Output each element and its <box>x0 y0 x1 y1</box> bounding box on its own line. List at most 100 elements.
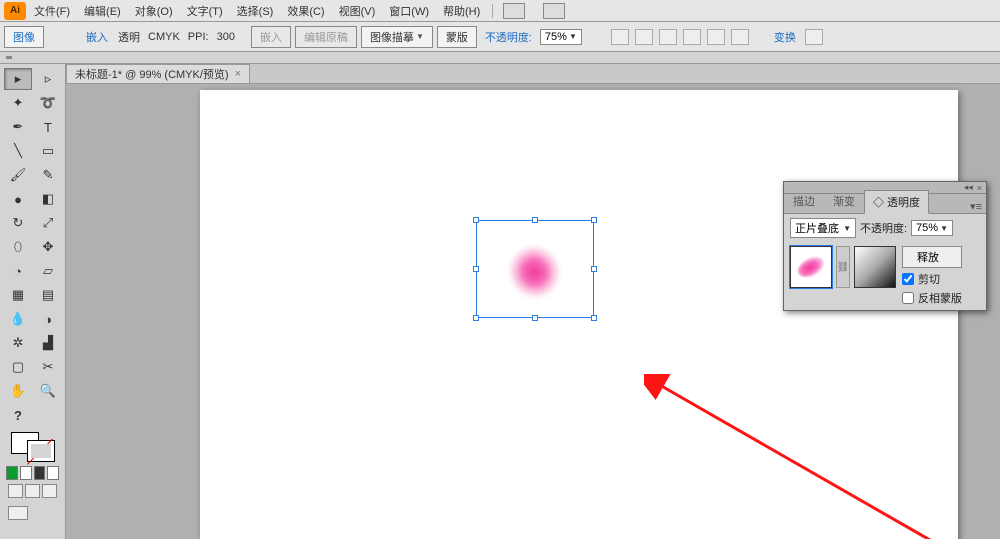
handle-br[interactable] <box>591 315 597 321</box>
selection-tool[interactable]: ▸ <box>4 68 32 90</box>
menu-type[interactable]: 文字(T) <box>181 1 229 21</box>
image-trace-button[interactable]: 图像描摹▼ <box>361 26 433 48</box>
document-tab[interactable]: 未标题-1* @ 99% (CMYK/预览) × <box>66 64 250 83</box>
app-logo: Ai <box>4 2 26 20</box>
chevron-down-icon: ▼ <box>416 32 424 41</box>
release-button[interactable]: 释放 <box>902 246 962 268</box>
bridge-icon[interactable] <box>503 3 525 19</box>
draw-inside[interactable] <box>42 484 57 498</box>
tab-transparency[interactable]: ◇ 透明度 <box>864 190 929 214</box>
embed-button[interactable]: 嵌入 <box>251 26 291 48</box>
draw-behind[interactable] <box>25 484 40 498</box>
stroke-swatch[interactable] <box>27 440 55 462</box>
align-icon-3[interactable] <box>659 29 677 45</box>
blob-brush-tool[interactable]: ● <box>4 188 32 210</box>
rotate-tool[interactable]: ↻ <box>4 212 32 234</box>
mesh-tool[interactable]: ▦ <box>4 284 32 306</box>
artboard-tool[interactable]: ▢ <box>4 356 32 378</box>
color-mode-solid[interactable] <box>6 466 18 480</box>
align-icon-6[interactable] <box>731 29 749 45</box>
handle-tr[interactable] <box>591 217 597 223</box>
handle-bm[interactable] <box>532 315 538 321</box>
opacity-select[interactable]: 75%▼ <box>540 29 582 45</box>
edit-original-button: 编辑原稿 <box>295 26 357 48</box>
close-panel-icon[interactable]: × <box>977 183 982 193</box>
magic-wand-tool[interactable]: ✦ <box>4 92 32 114</box>
width-tool[interactable]: ⬯ <box>4 236 32 258</box>
link-icon[interactable]: ⛓ <box>836 246 850 288</box>
blank-tool <box>34 404 62 426</box>
handle-ml[interactable] <box>473 266 479 272</box>
scale-tool[interactable]: ⤢ <box>34 212 62 234</box>
menu-file[interactable]: 文件(F) <box>28 1 76 21</box>
menu-edit[interactable]: 编辑(E) <box>78 1 127 21</box>
handle-mr[interactable] <box>591 266 597 272</box>
paintbrush-tool[interactable]: 🖌 <box>4 164 32 186</box>
screen-mode[interactable] <box>8 506 28 520</box>
gradient-tool[interactable]: ▤ <box>34 284 62 306</box>
dock-grip[interactable] <box>2 52 16 64</box>
handle-bl[interactable] <box>473 315 479 321</box>
menu-window[interactable]: 窗口(W) <box>383 1 435 21</box>
artboard[interactable] <box>200 90 958 539</box>
fill-stroke-swatch[interactable] <box>11 432 55 462</box>
handle-tl[interactable] <box>473 217 479 223</box>
dock-row <box>0 52 1000 64</box>
zoom-tool[interactable]: 🔍 <box>34 380 62 402</box>
align-icon-1[interactable] <box>611 29 629 45</box>
arrange-icon[interactable] <box>543 3 565 19</box>
line-tool[interactable]: ╲ <box>4 140 32 162</box>
clip-checkbox[interactable]: 剪切 <box>902 271 962 287</box>
embed-link[interactable]: 嵌入 <box>82 29 112 45</box>
type-tool[interactable]: T <box>34 116 62 138</box>
symbol-sprayer-tool[interactable]: ✲ <box>4 332 32 354</box>
menu-select[interactable]: 选择(S) <box>231 1 280 21</box>
tab-gradient[interactable]: 渐变 <box>824 189 864 213</box>
close-tab-icon[interactable]: × <box>235 68 241 80</box>
transform-icon[interactable] <box>805 29 823 45</box>
blend-mode-select[interactable]: 正片叠底▼ <box>790 218 856 238</box>
handle-tm[interactable] <box>532 217 538 223</box>
perspective-tool[interactable]: ▱ <box>34 260 62 282</box>
mask-button[interactable]: 蒙版 <box>437 26 477 48</box>
toolbox: ▸ ▹ ✦ ➰ ✒ T ╲ ▭ 🖌 ✎ ● ◧ ↻ ⤢ ⬯ ✥ ◔ ▱ ▦ ▤ … <box>0 64 66 539</box>
menu-effect[interactable]: 效果(C) <box>281 1 330 21</box>
pen-tool[interactable]: ✒ <box>4 116 32 138</box>
graph-tool[interactable]: ▟ <box>34 332 62 354</box>
color-mode-gradient[interactable] <box>20 466 32 480</box>
pencil-tool[interactable]: ✎ <box>34 164 62 186</box>
annotation-arrow <box>644 374 1000 539</box>
collapse-icon[interactable]: ◂◂ <box>964 182 973 193</box>
eraser-tool[interactable]: ◧ <box>34 188 62 210</box>
panel-menu-icon[interactable]: ▾≡ <box>966 200 986 213</box>
transform-link[interactable]: 变换 <box>770 29 800 45</box>
rectangle-tool[interactable]: ▭ <box>34 140 62 162</box>
canvas-area[interactable] <box>66 84 1000 539</box>
lasso-tool[interactable]: ➰ <box>34 92 62 114</box>
menu-view[interactable]: 视图(V) <box>333 1 382 21</box>
direct-selection-tool[interactable]: ▹ <box>34 68 62 90</box>
shape-builder-tool[interactable]: ◔ <box>4 260 32 282</box>
eyedropper-tool[interactable]: 💧 <box>4 308 32 330</box>
help-tool[interactable]: ? <box>4 404 32 426</box>
panel-opacity-select[interactable]: 75%▼ <box>911 220 953 236</box>
slice-tool[interactable]: ✂ <box>34 356 62 378</box>
draw-normal[interactable] <box>8 484 23 498</box>
selection-box[interactable] <box>476 220 594 318</box>
menu-help[interactable]: 帮助(H) <box>437 1 486 21</box>
image-button[interactable]: 图像 <box>4 26 44 48</box>
blend-tool[interactable]: ◑ <box>34 308 62 330</box>
align-icon-2[interactable] <box>635 29 653 45</box>
invert-checkbox[interactable]: 反相蒙版 <box>902 290 962 306</box>
artwork-thumb[interactable] <box>790 246 832 288</box>
free-transform-tool[interactable]: ✥ <box>34 236 62 258</box>
menu-object[interactable]: 对象(O) <box>129 1 179 21</box>
hand-tool[interactable]: ✋ <box>4 380 32 402</box>
transparency-panel[interactable]: ◂◂ × 描边 渐变 ◇ 透明度 ▾≡ 正片叠底▼ 不透明度: 75%▼ ⛓ 释… <box>783 181 987 311</box>
color-mode-none[interactable] <box>34 466 46 480</box>
align-icon-4[interactable] <box>683 29 701 45</box>
color-mode-extra[interactable] <box>47 466 59 480</box>
mask-thumb[interactable] <box>854 246 896 288</box>
align-icon-5[interactable] <box>707 29 725 45</box>
tab-stroke[interactable]: 描边 <box>784 189 824 213</box>
